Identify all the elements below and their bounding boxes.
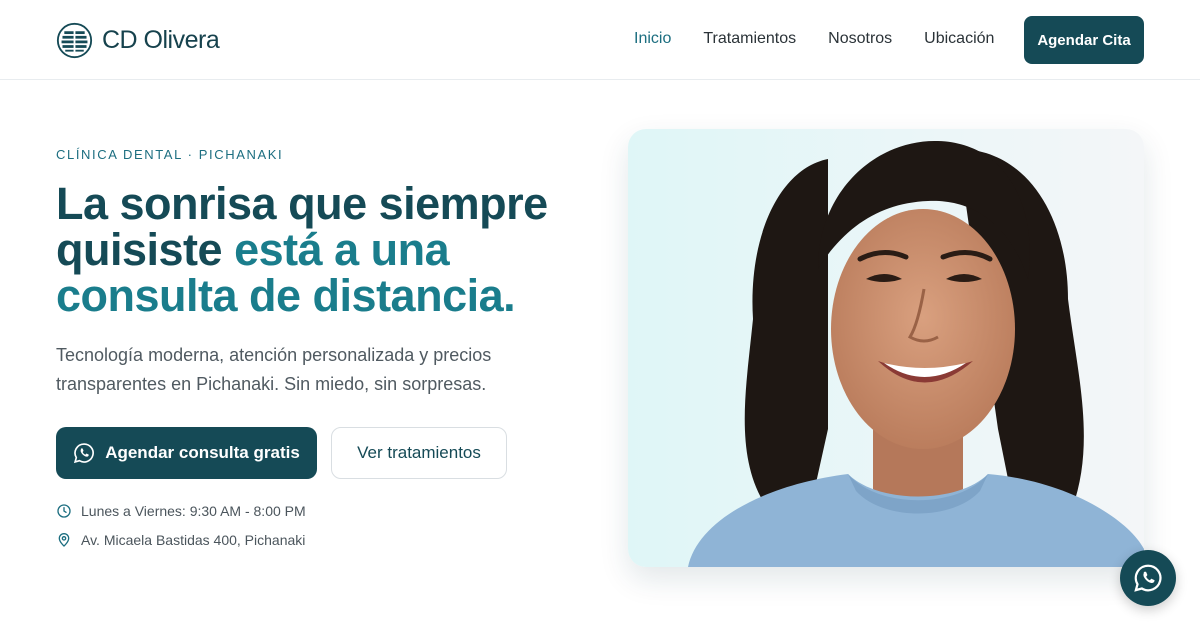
agendar-cita-button[interactable]: Agendar Cita bbox=[1024, 16, 1144, 64]
nav-tratamientos[interactable]: Tratamientos bbox=[703, 30, 796, 48]
hero-subtitle: Tecnología moderna, atención personaliza… bbox=[56, 345, 492, 394]
ver-tratamientos-button[interactable]: Ver tratamientos bbox=[331, 427, 507, 479]
nav-nosotros[interactable]: Nosotros bbox=[828, 30, 892, 48]
brand-name: CD Olivera bbox=[102, 26, 220, 54]
agendar-consulta-label: Agendar consulta gratis bbox=[105, 443, 300, 462]
hours-text: Lunes a Viernes: 9:30 AM - 8:00 PM bbox=[81, 503, 306, 519]
smiling-patient-image bbox=[628, 129, 1144, 567]
agendar-consulta-button[interactable]: Agendar consulta gratis bbox=[56, 427, 317, 479]
whatsapp-icon bbox=[74, 443, 95, 464]
nav-inicio[interactable]: Inicio bbox=[634, 30, 671, 48]
whatsapp-icon bbox=[1134, 564, 1162, 592]
address-info: Av. Micaela Bastidas 400, Pichanaki bbox=[56, 532, 305, 548]
brand-logo[interactable]: CD Olivera bbox=[56, 22, 220, 59]
clock-icon bbox=[57, 504, 71, 518]
hero-eyebrow: CLÍNICA DENTAL · PICHANAKI bbox=[56, 147, 284, 162]
main-nav: Inicio Tratamientos Nosotros Ubicación bbox=[634, 30, 994, 48]
address-text: Av. Micaela Bastidas 400, Pichanaki bbox=[81, 532, 306, 548]
nav-ubicacion[interactable]: Ubicación bbox=[924, 30, 994, 48]
hero-photo bbox=[628, 129, 1144, 567]
site-header: CD Olivera Inicio Tratamientos Nosotros … bbox=[0, 0, 1200, 80]
hours-info: Lunes a Viernes: 9:30 AM - 8:00 PM bbox=[56, 503, 306, 519]
location-pin-icon bbox=[58, 533, 70, 547]
hero-headline: La sonrisa que siempre quisiste está a u… bbox=[56, 181, 576, 319]
whatsapp-float-button[interactable] bbox=[1120, 550, 1176, 606]
clinic-logo-icon bbox=[56, 22, 93, 59]
